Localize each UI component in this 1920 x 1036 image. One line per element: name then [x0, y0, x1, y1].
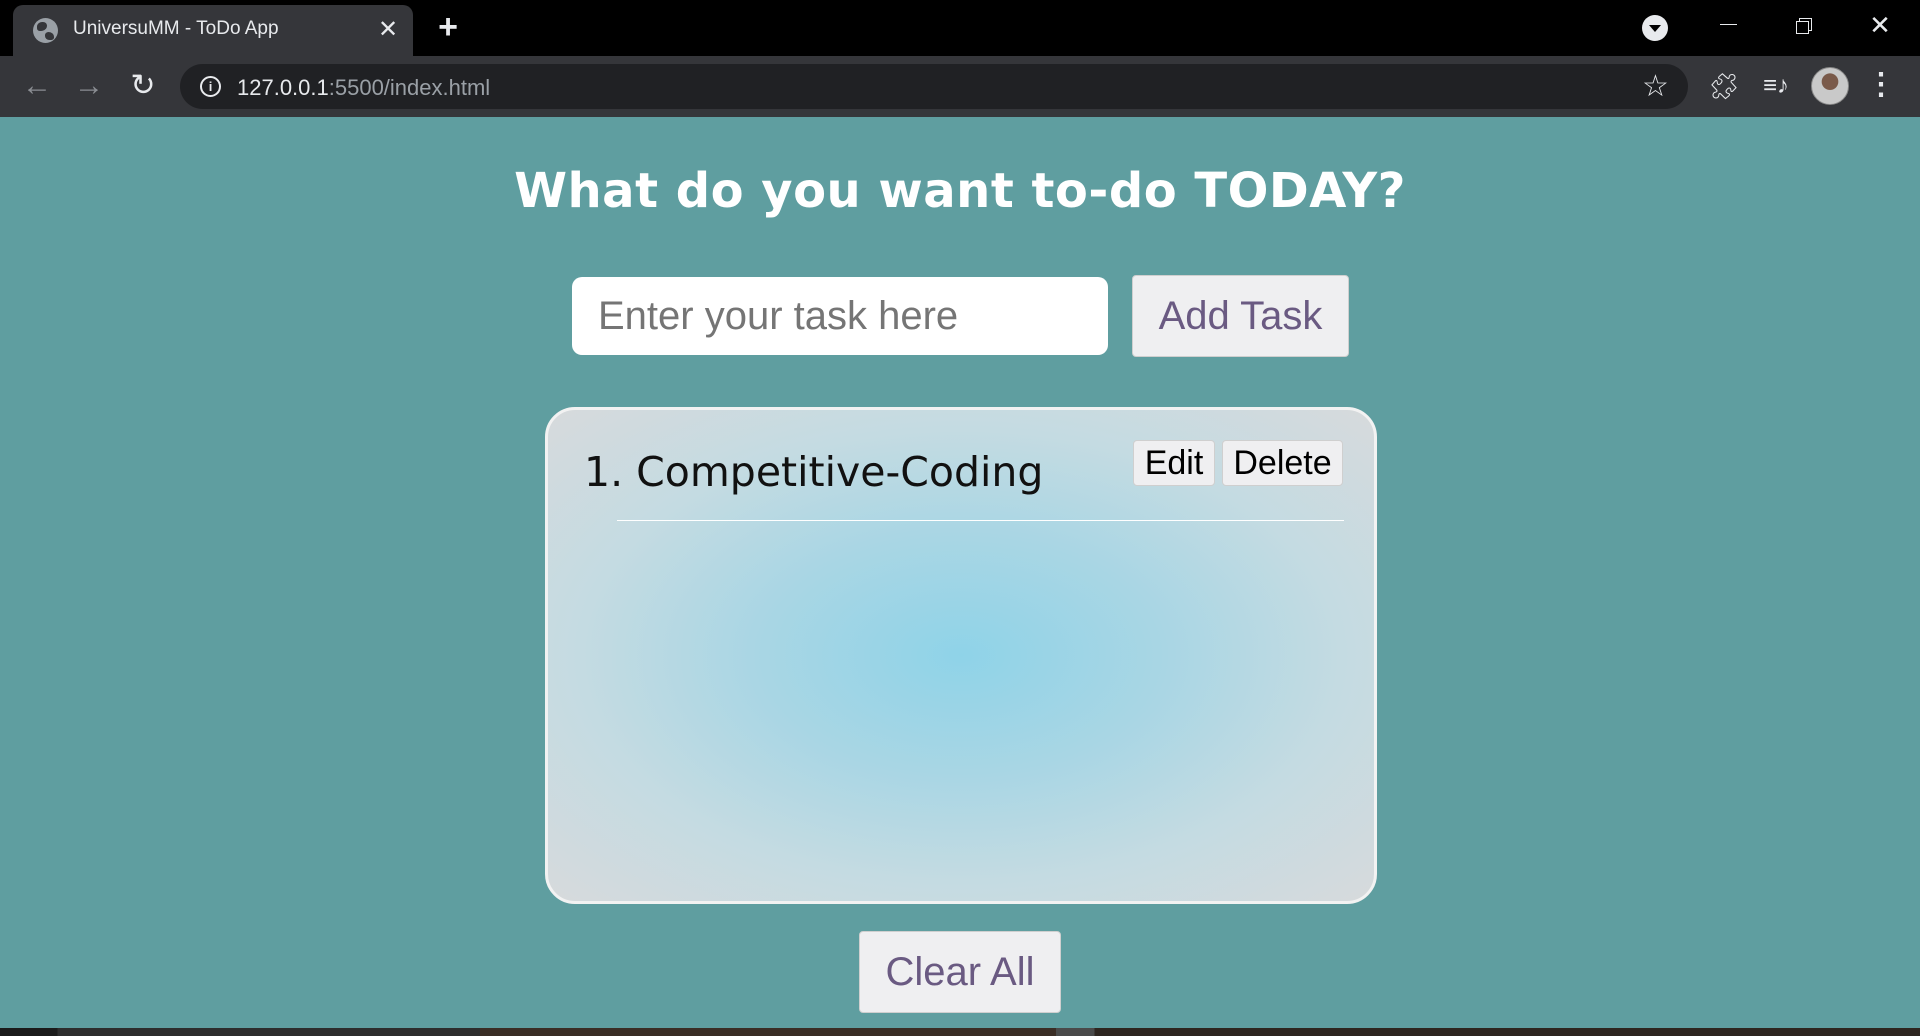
list-item: 1. Competitive-Coding Edit Delete [584, 440, 1344, 521]
task-list: 1. Competitive-Coding Edit Delete [545, 407, 1377, 904]
url-text[interactable]: 127.0.0.1:5500/index.html [237, 75, 490, 101]
browser-titlebar: UniversuMM - ToDo App ✕ + ✕ [0, 0, 1920, 56]
reload-icon[interactable]: ↻ [124, 68, 162, 106]
arrow-left-icon[interactable]: ← [18, 68, 56, 106]
globe-icon [33, 18, 58, 43]
delete-button[interactable]: Delete [1222, 440, 1343, 486]
tab-close-icon[interactable]: ✕ [373, 15, 403, 45]
kebab-menu-icon[interactable]: ⋮ [1866, 68, 1896, 104]
desktop-taskbar-edge [0, 1028, 1920, 1036]
media-queue-icon[interactable]: ≡♪ [1758, 68, 1794, 104]
star-icon[interactable]: ☆ [1642, 69, 1669, 104]
puzzle-icon[interactable]: 🧩︎ [1706, 68, 1742, 104]
divider [617, 520, 1344, 521]
restore-button[interactable] [1766, 0, 1842, 50]
browser-tab[interactable]: UniversuMM - ToDo App ✕ [13, 5, 413, 56]
task-text: 1. Competitive-Coding [584, 448, 1044, 496]
clear-all-button[interactable]: Clear All [859, 931, 1061, 1013]
tab-title: UniversuMM - ToDo App [73, 18, 279, 39]
tab-search-icon[interactable] [1642, 15, 1668, 41]
minimize-button[interactable] [1690, 0, 1766, 50]
info-icon[interactable]: i [200, 76, 221, 97]
arrow-right-icon[interactable]: → [70, 68, 108, 106]
browser-toolbar: ← → ↻ i 127.0.0.1:5500/index.html ☆ 🧩︎ ≡… [0, 56, 1920, 117]
edit-button[interactable]: Edit [1133, 440, 1215, 486]
window-close-icon[interactable]: ✕ [1842, 0, 1918, 50]
avatar[interactable] [1811, 67, 1849, 105]
add-task-button[interactable]: Add Task [1132, 275, 1349, 357]
url-host: 127.0.0.1 [237, 75, 329, 100]
page-title: What do you want to-do TODAY? [514, 163, 1406, 219]
new-tab-button[interactable]: + [430, 10, 466, 46]
task-input[interactable] [572, 277, 1108, 355]
address-bar[interactable]: i 127.0.0.1:5500/index.html ☆ [180, 64, 1688, 109]
url-path: :5500/index.html [328, 75, 491, 100]
